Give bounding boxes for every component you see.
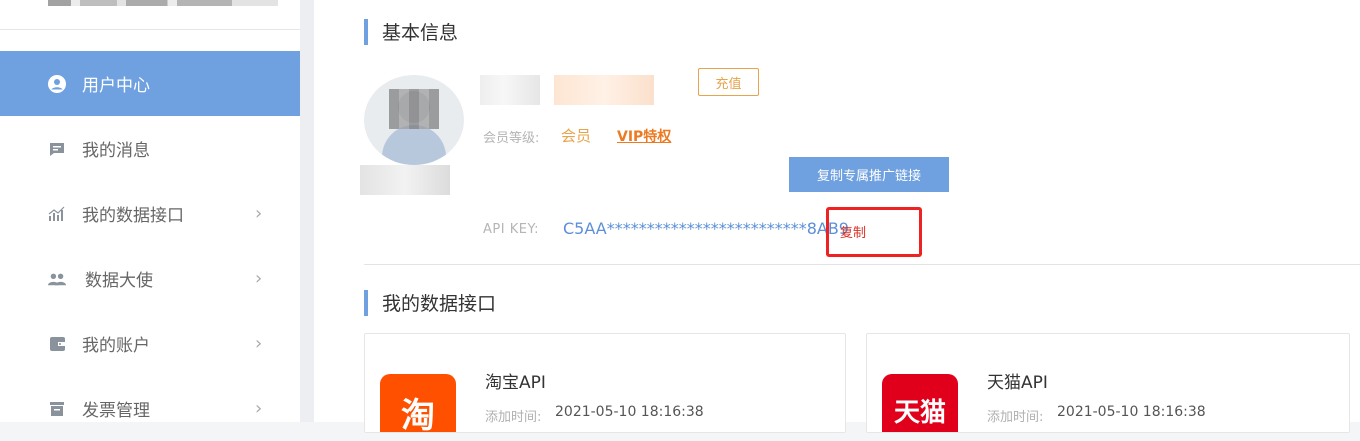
sidebar-item-data-interfaces[interactable]: 我的数据接口 ›: [0, 181, 300, 246]
added-time-value: 2021-05-10 18:16:38: [1057, 404, 1206, 420]
divider: [364, 264, 1360, 265]
interface-name: 天猫API: [987, 373, 1048, 393]
account-id-obscured: [554, 75, 654, 105]
user-circle-icon: [48, 74, 66, 93]
member-level-value: 会员: [561, 127, 592, 145]
member-level-label: 会员等级:: [483, 131, 540, 146]
tmall-logo-icon: 天猫: [882, 374, 958, 432]
taobao-logo-icon: 淘: [380, 374, 456, 432]
account-name-obscured: [480, 75, 540, 105]
message-icon: [48, 140, 66, 158]
sidebar-item-label: 用户中心: [82, 76, 150, 96]
chart-bars-icon: [48, 205, 66, 223]
sidebar-item-data-ambassador[interactable]: 数据大使 ›: [0, 246, 300, 311]
sidebar-header-obscured: [0, 0, 300, 30]
sidebar-gutter: [300, 0, 314, 422]
added-time-value: 2021-05-10 18:16:38: [555, 404, 704, 420]
chevron-right-icon: ›: [255, 333, 263, 354]
vip-privilege-link[interactable]: VIP特权: [617, 126, 671, 146]
sidebar-item-label: 我的消息: [82, 141, 150, 161]
api-key-label: API KEY:: [483, 222, 540, 237]
chevron-right-icon: ›: [255, 398, 263, 419]
users-icon: [48, 270, 66, 288]
interface-card-taobao[interactable]: 淘 淘宝API 添加时间: 2021-05-10 18:16:38: [364, 333, 846, 433]
sidebar-item-invoice[interactable]: 发票管理 ›: [0, 376, 300, 441]
chevron-right-icon: ›: [255, 268, 263, 289]
main-content: 基本信息 充值 会员等级: 会员 VIP特权 复制专属推广链接 API KEY:…: [314, 0, 1360, 433]
copy-promo-link-button[interactable]: 复制专属推广链接: [789, 157, 949, 192]
section-title-data-interfaces: 我的数据接口: [364, 289, 496, 316]
added-time-label: 添加时间:: [987, 410, 1044, 425]
title-accent-bar: [364, 18, 368, 45]
copy-highlight-box: [826, 207, 922, 257]
invoice-icon: [48, 400, 66, 418]
sidebar: 用户中心 我的消息 我的数据接口 › 数据大使 › 我的账户 › 发票管理 ›: [0, 0, 300, 422]
wallet-icon: [48, 335, 66, 353]
section-title-text: 基本信息: [382, 22, 459, 44]
avatar: [364, 75, 464, 165]
sidebar-item-messages[interactable]: 我的消息: [0, 116, 300, 181]
recharge-button[interactable]: 充值: [698, 68, 759, 96]
added-time-label: 添加时间:: [485, 410, 542, 425]
sidebar-item-account[interactable]: 我的账户 ›: [0, 311, 300, 376]
title-accent-bar: [364, 289, 368, 316]
sidebar-item-label: 数据大使: [85, 271, 153, 291]
chevron-right-icon: ›: [255, 203, 263, 224]
section-title-basic-info: 基本信息: [364, 18, 458, 45]
interface-name: 淘宝API: [485, 373, 546, 393]
sidebar-item-label: 发票管理: [82, 401, 150, 421]
sidebar-item-user-center[interactable]: 用户中心: [0, 51, 300, 116]
api-key-value: C5AA*************************8AB9: [563, 219, 849, 238]
section-title-text: 我的数据接口: [382, 293, 497, 315]
username-obscured: [360, 165, 450, 195]
sidebar-item-label: 我的账户: [82, 336, 150, 356]
interface-card-tmall[interactable]: 天猫 天猫API 添加时间: 2021-05-10 18:16:38: [866, 333, 1350, 433]
sidebar-item-label: 我的数据接口: [82, 206, 184, 226]
